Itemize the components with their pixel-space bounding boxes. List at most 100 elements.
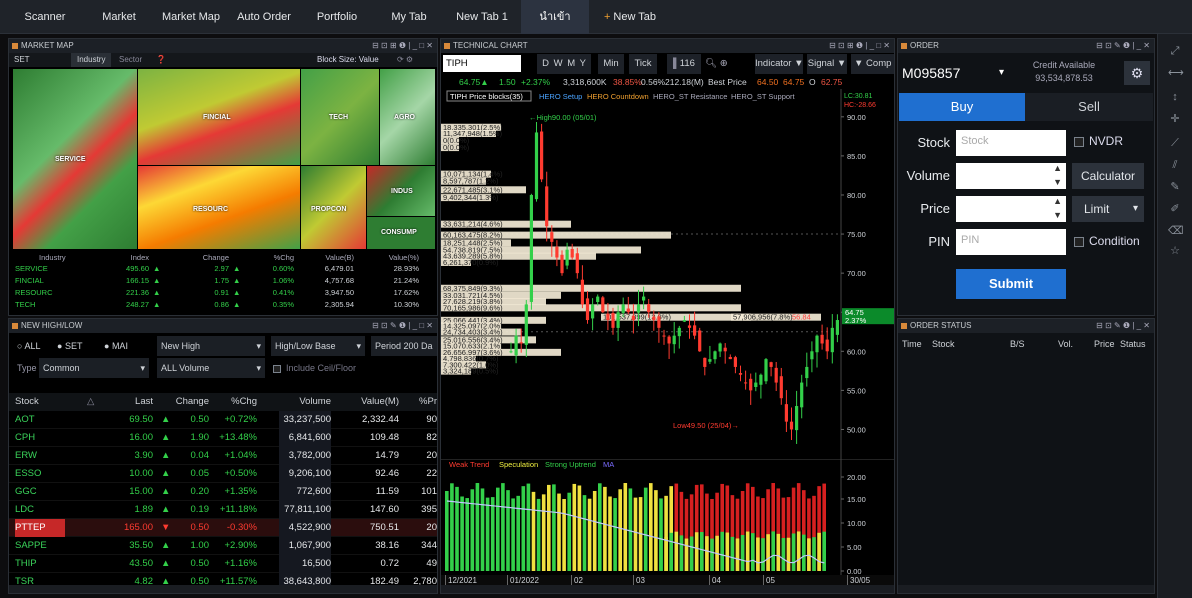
limit-select[interactable]: Limit ▾ (1072, 196, 1144, 222)
treemap-tile-resourc[interactable]: RESOURC (138, 166, 300, 249)
table-row[interactable]: ERW 3.90 0.04 +1.04% 3,782,000 14.79 20 ▲ (9, 447, 437, 465)
comp-select[interactable]: ▼ Comp (851, 54, 894, 74)
submit-button[interactable]: Submit (956, 269, 1066, 299)
ceil-floor-checkbox[interactable]: Include Ceil/Floor (273, 358, 356, 378)
treemap-tile-agro[interactable]: AGRO (380, 69, 435, 165)
price-chart[interactable]: 18,335,301(2.5%)11,347,948(1.5%)0(0.0%)0… (441, 89, 895, 459)
tab-active[interactable]: นำเข้า (521, 0, 589, 34)
industry-row[interactable]: TECH 248.27 ▲ 0.86 ▲ 0.35% 2,305.94 10.30% (9, 300, 437, 310)
industry-row[interactable]: RESOURC 221.36 ▲ 0.91 ▲ 0.41% 3,947.50 17.62% (9, 288, 437, 298)
min-button[interactable]: Min (598, 54, 624, 74)
stock-input[interactable]: Stock (956, 130, 1066, 156)
settings-gear-icon[interactable]: ⚙ (1124, 61, 1150, 85)
table-row[interactable]: GGC 15.00 0.20 +1.35% 772,600 11.59 101 ▲ (9, 483, 437, 501)
vertical-line-icon[interactable]: ↕ (1168, 90, 1182, 104)
tick-button[interactable]: Tick (629, 54, 657, 74)
pencil-icon[interactable]: ✐ (1168, 202, 1182, 216)
panel-controls[interactable]: ⊟ ⊡ ⊞ ❶ | _ □ ✕ (372, 39, 433, 53)
sector-tab[interactable]: Sector (119, 53, 142, 67)
condition-checkbox[interactable]: Condition (1074, 234, 1140, 248)
trend-subchart[interactable]: Weak Trend Speculation Strong Uptrend MA 20.… (441, 459, 895, 575)
zoom-icons[interactable]: 🔍︎ ⊕ (705, 54, 728, 74)
industry-row[interactable]: SERVICE 495.60 ▲ 2.97 ▲ 0.60% 6,479.01 28.93% (9, 264, 437, 274)
tab-my-tab[interactable]: My Tab (378, 0, 440, 34)
eraser-icon[interactable]: ⌫ (1168, 224, 1184, 238)
legend-item: HERO_ST Resistance (653, 92, 727, 101)
table-row[interactable]: ESSO 10.00 0.05 +0.50% 9,206,100 92.46 22 ▲ (9, 465, 437, 483)
stepper-icon[interactable]: ▲ ▼ (1053, 194, 1062, 222)
fibonacci-icon[interactable]: ⫽ (1168, 158, 1182, 172)
tab-auto-order[interactable]: Auto Order (230, 0, 298, 34)
symbol-input[interactable]: TIPH (443, 55, 521, 72)
panel-controls[interactable]: ⊟ ⊡ ✎ ❶ | _ ✕ (1096, 39, 1150, 53)
pen-icon[interactable]: ✎ (1168, 180, 1182, 194)
sell-tab[interactable]: Sell (1025, 93, 1153, 121)
panel-controls[interactable]: ⊟ ⊡ ✎ ❶ | _ □ ✕ (372, 319, 433, 333)
account-select[interactable]: M095857 ▾ (902, 61, 1006, 85)
type-select[interactable]: Common ▾ (39, 358, 149, 378)
histogram-bar (455, 486, 459, 571)
tab-portfolio[interactable]: Portfolio (308, 0, 366, 34)
table-row[interactable]: SAPPE 35.50 1.00 +2.90% 1,067,900 38.16 344 ▲ (9, 537, 437, 555)
treemap-tile-fincial[interactable]: FINCIAL (138, 69, 300, 165)
period-buttons[interactable]: D W M Y (537, 54, 591, 74)
block-size-select[interactable]: Block Size: Value (317, 53, 379, 67)
tab-market-map[interactable]: Market Map (158, 0, 224, 34)
tick-value-input[interactable]: ▌116 (667, 54, 701, 74)
order-status-scrollbar[interactable] (898, 585, 1154, 593)
horizontal-line-icon[interactable]: ⟷ (1168, 66, 1184, 80)
table-row[interactable]: CPH 16.00 1.90 +13.48% 6,841,600 109.48 82 ▲ (9, 429, 437, 447)
base-select[interactable]: High/Low Base ▾ (271, 336, 365, 356)
horizontal-scrollbar[interactable] (9, 585, 437, 593)
panel-controls[interactable]: ⊟ ⊡ ⊞ ❶ | _ □ ✕ (829, 39, 890, 53)
chart-scrollbar[interactable] (441, 585, 894, 593)
candle-body (738, 373, 743, 375)
candle-body (601, 297, 605, 313)
histogram-bar (618, 489, 622, 571)
table-row[interactable]: PTTEP 165.00 0.50 -0.30% 4,522,900 750.51 20 ▼ (9, 519, 437, 537)
trend-line-icon[interactable]: ⟋ (1168, 136, 1182, 150)
price-input[interactable]: ▲ ▼ (956, 196, 1066, 222)
treemap-tile-indus[interactable]: INDUS (367, 166, 435, 216)
expand-icon[interactable]: ⤢ (1168, 44, 1182, 58)
nvdr-checkbox[interactable]: NVDR (1074, 134, 1123, 148)
tab-market[interactable]: Market (90, 0, 148, 34)
treemap-tile-service[interactable]: SERVICE (13, 69, 137, 249)
treemap-tile-consump[interactable]: CONSUMP (367, 217, 435, 249)
industry-row[interactable]: FINCIAL 166.15 ▲ 1.75 ▲ 1.06% 4,757.68 21.24% (9, 276, 437, 286)
refresh-icon[interactable]: ⟳ ⚙ (397, 53, 413, 67)
calculator-button[interactable]: Calculator (1072, 163, 1144, 189)
pin-input[interactable]: PIN (956, 229, 1066, 255)
set-select[interactable]: SET (14, 53, 30, 67)
histogram-bar (475, 483, 480, 571)
star-icon[interactable]: ☆ (1168, 244, 1182, 258)
table-row[interactable]: LDC 1.89 0.19 +11.18% 77,811,100 147.60 395 ▲ (9, 501, 437, 519)
help-icon[interactable]: ❓ (156, 53, 166, 67)
period-select[interactable]: Period 200 Da (371, 336, 437, 356)
new-high-select[interactable]: New High ▾ (157, 336, 265, 356)
table-cell: +11.18% (219, 504, 257, 515)
radio-set[interactable]: ● SET (57, 336, 82, 356)
treemap-tile-propcon[interactable]: PROPCON (301, 166, 366, 249)
candle-body (825, 339, 829, 352)
table-cell: CPH (15, 432, 36, 443)
radio-mai[interactable]: ● MAI (104, 336, 128, 356)
signal-select[interactable]: Signal ▼ (807, 54, 847, 74)
panel-controls[interactable]: ⊟ ⊡ ✎ ❶ | _ ✕ (1096, 319, 1150, 333)
tab-scanner[interactable]: Scanner (14, 0, 76, 34)
volume-select[interactable]: ALL Volume ▾ (157, 358, 265, 378)
tab-new-tab-1[interactable]: New Tab 1 (447, 0, 517, 34)
stepper-icon[interactable]: ▲ ▼ (1053, 161, 1062, 189)
histogram-bar (761, 538, 765, 571)
table-row[interactable]: THIP 43.50 0.50 +1.16% 16,500 0.72 49 ▲ (9, 555, 437, 573)
table-row[interactable]: AOT 69.50 0.50 +0.72% 33,237,500 2,332.44 90 ▲ (9, 411, 437, 429)
crosshair-icon[interactable]: ✛ (1168, 112, 1182, 126)
add-new-tab-button[interactable]: + New Tab (595, 0, 665, 34)
volume-input[interactable]: ▲ ▼ (956, 163, 1066, 189)
radio-all[interactable]: ○ ALL (17, 336, 40, 356)
price-block-label: 9,402,344(1.3%) (443, 193, 499, 202)
indicator-select[interactable]: Indicator ▼ (755, 54, 803, 74)
buy-tab[interactable]: Buy (899, 93, 1025, 121)
treemap-tile-tech[interactable]: TECH (301, 69, 379, 165)
industry-tab[interactable]: Industry (71, 53, 112, 67)
